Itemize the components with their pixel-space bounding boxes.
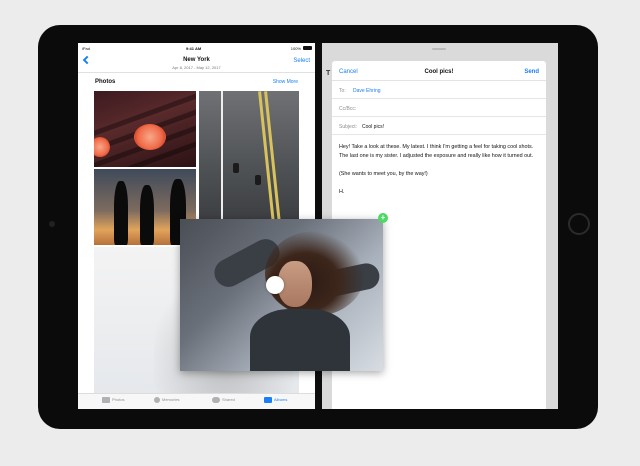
road-line	[221, 91, 223, 224]
select-button[interactable]: Select	[293, 58, 310, 64]
subject-field[interactable]: Subject: Cool pics!	[332, 117, 546, 135]
battery-percent: 100%	[290, 46, 301, 51]
compose-title: Cool pics!	[424, 69, 454, 75]
skater-figure	[255, 175, 261, 185]
cloud-icon	[212, 397, 220, 403]
photos-tab-bar: Photos Memories Shared Albums	[78, 393, 315, 409]
stage: iPad 9:41 AM 100% New York Apr 8, 2017 -…	[0, 0, 640, 466]
sheet-grabber[interactable]	[432, 48, 446, 50]
skater-figure	[233, 163, 239, 173]
tab-memories[interactable]: Memories	[154, 397, 180, 407]
carrier-label: iPad	[82, 46, 91, 51]
subject-value: Cool pics!	[362, 124, 384, 130]
tab-photos[interactable]: Photos	[102, 397, 124, 407]
show-more-link[interactable]: Show More	[273, 79, 298, 85]
compose-header: Cancel Cool pics! Send	[332, 61, 546, 81]
tab-albums[interactable]: Albums	[264, 397, 287, 407]
photo-thumbnail[interactable]	[94, 91, 196, 167]
section-title: Photos	[95, 79, 116, 85]
tab-label: Albums	[274, 397, 288, 403]
recipient-token[interactable]: Dave Ehring	[353, 88, 381, 94]
photo-torso-shape	[250, 309, 350, 371]
memories-icon	[154, 397, 160, 403]
silhouette-figure	[140, 185, 154, 245]
photos-nav-bar: New York Apr 8, 2017 - May 12, 2017 Sele…	[78, 53, 315, 73]
page-title: New York	[183, 57, 210, 63]
body-paragraph: (She wants to meet you, by the way!)	[339, 171, 428, 177]
send-button[interactable]: Send	[524, 69, 539, 75]
page-subtitle: Apr 8, 2017 - May 12, 2017	[172, 65, 221, 70]
tab-label: Photos	[112, 397, 125, 403]
grapefruit-half	[94, 137, 110, 157]
background-app-letter: T	[326, 70, 331, 77]
tab-label: Memories	[162, 397, 180, 403]
body-signature: H.	[339, 189, 345, 195]
status-time: 9:41 AM	[186, 46, 202, 51]
touch-point-indicator	[266, 276, 284, 294]
albums-icon	[264, 397, 272, 403]
add-badge-icon: +	[378, 213, 388, 223]
dragged-photo[interactable]	[180, 219, 383, 371]
photos-icon	[102, 397, 110, 403]
body-paragraph: Hey! Take a look at these. My latest. I …	[339, 144, 534, 159]
home-button[interactable]	[568, 213, 590, 235]
message-body[interactable]: Hey! Take a look at these. My latest. I …	[339, 143, 541, 206]
status-bar: iPad 9:41 AM 100%	[78, 43, 315, 53]
grapefruit-half	[134, 124, 166, 150]
front-camera	[49, 221, 55, 227]
cc-bcc-field[interactable]: Cc/Bcc:	[332, 99, 546, 117]
silhouette-figure	[114, 181, 128, 245]
to-label: To:	[339, 88, 346, 94]
tab-label: Shared	[222, 397, 235, 403]
tab-shared[interactable]: Shared	[212, 397, 235, 407]
battery-icon	[303, 46, 312, 50]
to-field[interactable]: To: Dave Ehring	[332, 81, 546, 99]
subject-label: Subject:	[339, 124, 358, 130]
photo-thumbnail[interactable]	[199, 91, 299, 224]
cc-bcc-label: Cc/Bcc:	[339, 106, 357, 112]
